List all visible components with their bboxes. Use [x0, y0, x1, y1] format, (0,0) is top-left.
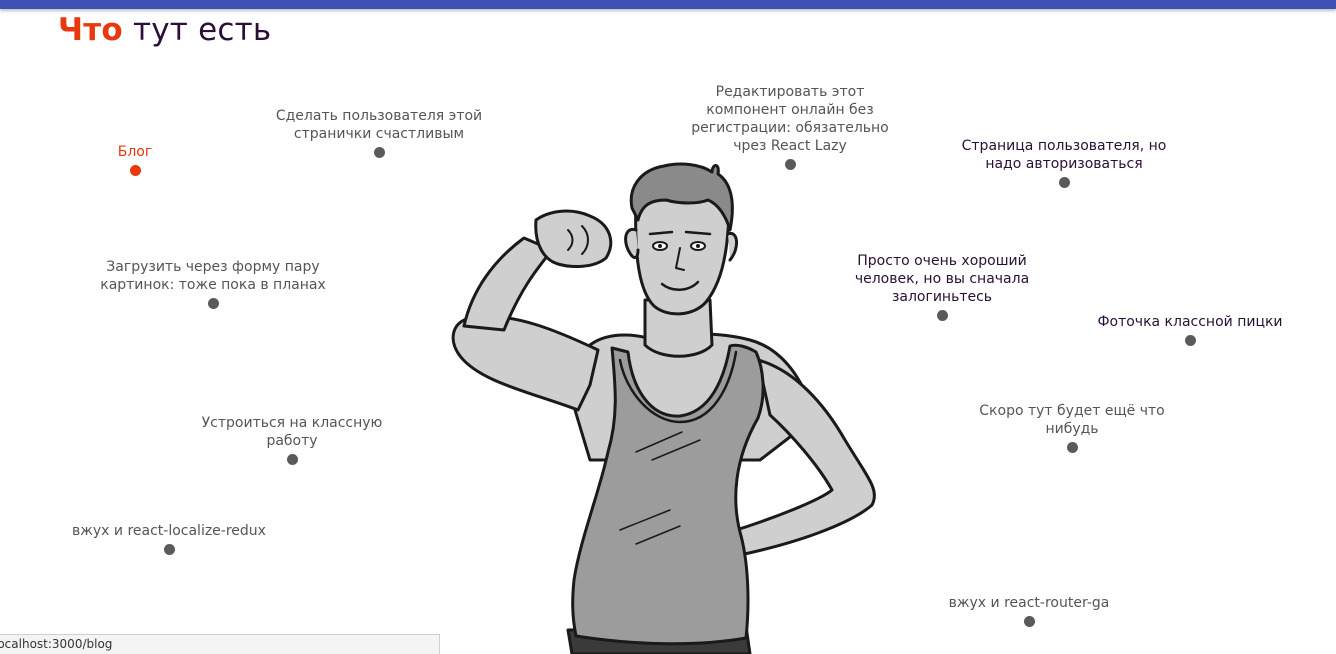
- nav-item-get-job-label[interactable]: Устроиться на классную работу: [193, 414, 391, 450]
- nav-dot-get-job[interactable]: [286, 454, 298, 465]
- nav-item-nice-person[interactable]: Просто очень хороший человек, но вы снач…: [846, 252, 1038, 321]
- nav-dot-user-page[interactable]: [1058, 177, 1070, 188]
- nav-dot-edit-component[interactable]: [784, 159, 796, 170]
- nav-item-blog[interactable]: Блог: [100, 143, 170, 176]
- nav-item-coming-soon-label[interactable]: Скоро тут будет ещё что нибудь: [972, 402, 1172, 438]
- page-title-accent: Что: [58, 12, 123, 48]
- nav-item-edit-component-label[interactable]: Редактировать этот компонент онлайн без …: [686, 83, 894, 155]
- nav-item-upload-pictures-label[interactable]: Загрузить через форму пару картинок: тож…: [99, 258, 327, 294]
- nav-item-edit-component[interactable]: Редактировать этот компонент онлайн без …: [686, 83, 894, 170]
- nav-dot-photo[interactable]: [1185, 335, 1196, 346]
- nav-dot-router-ga[interactable]: [1023, 616, 1035, 627]
- nav-item-nice-person-label[interactable]: Просто очень хороший человек, но вы снач…: [846, 252, 1038, 306]
- nav-item-localize-redux[interactable]: вжух и react-localize-redux: [64, 522, 274, 555]
- nav-item-coming-soon[interactable]: Скоро тут будет ещё что нибудь: [972, 402, 1172, 453]
- nav-item-router-ga[interactable]: вжух и react-router-ga: [929, 594, 1129, 627]
- hero-man-illustration: [451, 162, 876, 654]
- nav-item-upload-pictures[interactable]: Загрузить через форму пару картинок: тож…: [99, 258, 327, 309]
- nav-dot-make-user-happy[interactable]: [373, 147, 385, 158]
- nav-item-photo[interactable]: Фоточка классной пицки: [1092, 313, 1288, 346]
- nav-item-blog-label[interactable]: Блог: [100, 143, 170, 161]
- nav-dot-blog[interactable]: [129, 165, 141, 176]
- nav-item-user-page[interactable]: Страница пользователя, но надо авторизов…: [955, 137, 1173, 188]
- top-app-bar: [0, 0, 1336, 9]
- nav-item-get-job[interactable]: Устроиться на классную работу: [193, 414, 391, 465]
- nav-dot-upload-pictures[interactable]: [207, 298, 219, 309]
- nav-item-photo-label[interactable]: Фоточка классной пицки: [1092, 313, 1288, 331]
- nav-item-make-user-happy-label[interactable]: Сделать пользователя этой странички счас…: [270, 107, 488, 143]
- page-title: Что тут есть: [58, 12, 271, 48]
- nav-dot-localize-redux[interactable]: [163, 544, 175, 555]
- nav-item-make-user-happy[interactable]: Сделать пользователя этой странички счас…: [270, 107, 488, 158]
- nav-dot-coming-soon[interactable]: [1066, 442, 1078, 453]
- nav-item-localize-redux-label[interactable]: вжух и react-localize-redux: [64, 522, 274, 540]
- nav-item-user-page-label[interactable]: Страница пользователя, но надо авторизов…: [955, 137, 1173, 173]
- nav-dot-nice-person[interactable]: [936, 310, 948, 321]
- page-title-rest: тут есть: [132, 12, 272, 48]
- nav-item-router-ga-label[interactable]: вжух и react-router-ga: [929, 594, 1129, 612]
- browser-status-url: localhost:3000/blog: [0, 634, 440, 654]
